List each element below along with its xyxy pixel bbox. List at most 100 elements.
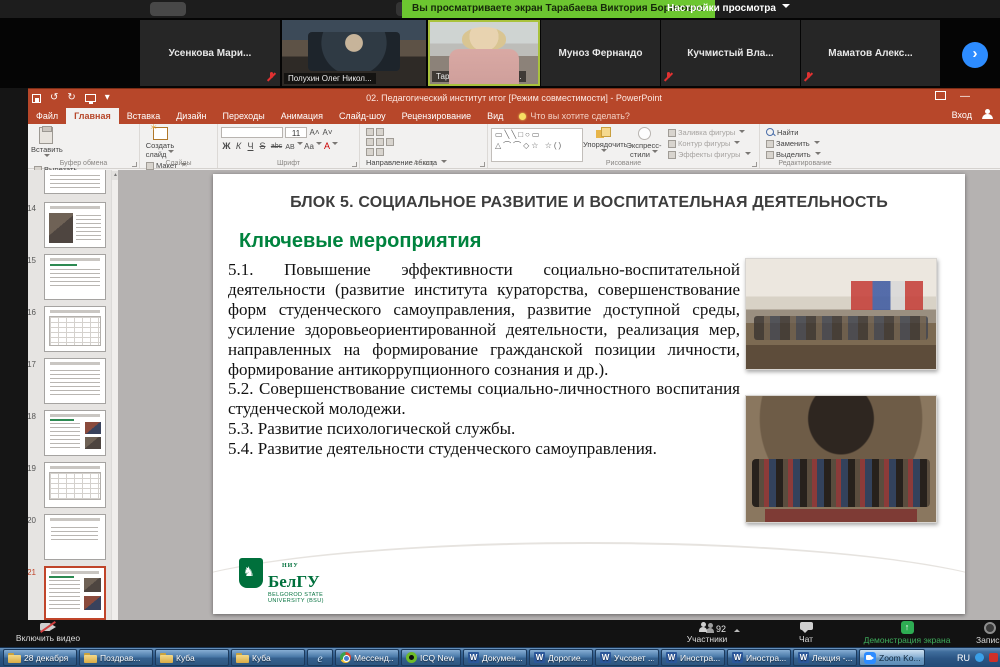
minimize-icon[interactable]: — [960,91,970,102]
thumbnail-slot[interactable] [28,170,118,196]
dialog-launcher-icon[interactable] [352,162,357,167]
slide-body-text[interactable]: 5.1. Повышение эффективности социально-в… [228,260,740,459]
quick-styles-button[interactable]: Экспресс-стили [623,126,665,159]
tab-slideshow[interactable]: Слайд-шоу [331,108,394,124]
taskbar-word-button[interactable]: WДокумен... [463,649,527,666]
participants-button[interactable]: 92 Участники [672,620,742,644]
shrink-font-icon[interactable]: A˅ [322,128,333,137]
thumbnail-slot[interactable]: 15 [28,254,118,300]
underline-button[interactable]: Ч [245,141,256,151]
record-button[interactable]: Запись [965,620,1000,645]
align-left-icon[interactable] [366,138,374,146]
slide-heading[interactable]: Ключевые мероприятия [239,230,481,253]
thumbnail-slot[interactable]: 19 [28,462,118,508]
taskbar-word-button[interactable]: WДорогие... [529,649,593,666]
tray-icon[interactable] [975,653,984,662]
font-name-box[interactable] [221,127,283,138]
taskbar-word-button[interactable]: WУчсовет ... [595,649,659,666]
italic-button[interactable]: К [233,141,244,151]
taskbar-messenger-button[interactable]: Мессенд... [335,649,399,666]
slide-17-thumbnail[interactable] [44,358,106,404]
thumbnail-slot[interactable]: 14 [28,202,118,248]
tab-review[interactable]: Рецензирование [394,108,480,124]
start-video-button[interactable]: Включить видео [6,620,90,643]
thumbnail-scrollbar[interactable]: ▲ [111,170,118,621]
slide-18-thumbnail[interactable] [44,410,106,456]
tab-insert[interactable]: Вставка [119,108,168,124]
shape-outline-button[interactable]: Контур фигуры [668,139,751,148]
font-color-button[interactable]: А [323,141,339,151]
sign-in-link[interactable]: Вход [952,110,972,120]
tab-design[interactable]: Дизайн [168,108,214,124]
new-slide-button[interactable]: Создать слайд [143,126,177,159]
participant-tile[interactable]: Полухин Олег Никол... [282,20,426,86]
line-spacing-icon[interactable] [366,148,374,156]
participant-tile-active-speaker[interactable]: Тарабаева Виктория ... [428,20,540,86]
tab-home[interactable]: Главная [66,108,119,124]
participant-tile[interactable]: Маматов Алекс... [801,20,940,86]
taskbar-folder-button[interactable]: Поздрав... [79,649,153,666]
participant-tile[interactable]: Кучмистый Вла... [661,20,800,86]
ribbon-options-icon[interactable] [935,91,946,100]
participant-tile[interactable]: Усенкова Мари... [140,20,280,86]
tab-view[interactable]: Вид [479,108,511,124]
thumbnail-slot[interactable]: 21 [28,566,118,621]
find-button[interactable]: Найти [766,128,821,137]
grow-font-icon[interactable]: A˄ [309,128,320,137]
participant-tile[interactable]: Муноз Фернандо [541,20,660,86]
taskbar-folder-button[interactable]: 28 декабря [3,649,77,666]
tab-transitions[interactable]: Переходы [214,108,272,124]
share-screen-button[interactable]: ↑ Демонстрация экрана [852,620,962,645]
tray-icon[interactable] [989,653,998,662]
replace-button[interactable]: Заменить [766,139,821,148]
ppt-title-bar[interactable]: ↺ ↻ ▾ 02. Педагогический институт итог [… [28,89,1000,107]
taskbar-word-button[interactable]: WИностра... [661,649,725,666]
select-button[interactable]: Выделить [766,150,821,159]
slide-thumbnail-panel[interactable]: 14 15 16 [28,170,118,621]
font-size-box[interactable]: 11 [285,127,307,138]
shape-effects-button[interactable]: Эффекты фигуры [668,150,751,159]
paste-button[interactable]: Вставить [31,126,61,163]
taskbar-word-button[interactable]: WЛекция -... [793,649,857,666]
numbering-icon[interactable] [376,128,384,136]
thumbnail-slot[interactable]: 16 [28,306,118,352]
slide-21-thumbnail-selected[interactable] [44,566,106,620]
tab-animations[interactable]: Анимация [273,108,331,124]
dialog-launcher-icon[interactable] [752,162,757,167]
chevron-up-icon[interactable] [734,626,740,632]
view-settings-menu[interactable]: Настройки просмотра [655,0,802,18]
thumbnail-slot[interactable]: 17 [28,358,118,404]
taskbar-word-button[interactable]: WИностра... [727,649,791,666]
taskbar-folder-button[interactable]: Куба [155,649,229,666]
thumbnail-slot[interactable]: 20 [28,514,118,560]
language-indicator[interactable]: RU [957,653,970,663]
taskbar-ie-button[interactable]: e [307,649,333,666]
thumbnail-slot[interactable]: 18 [28,410,118,456]
clear-formatting-button[interactable]: abc [269,143,284,150]
account-icon[interactable] [982,109,992,119]
taskbar-icq-button[interactable]: ICQ New [401,649,461,666]
taskbar-folder-button[interactable]: Куба [231,649,305,666]
next-participants-button[interactable]: › [962,42,988,68]
slide-title[interactable]: БЛОК 5. СОЦИАЛЬНОЕ РАЗВИТИЕ И ВОСПИТАТЕЛ… [233,194,945,212]
chat-button[interactable]: Чат [786,620,826,644]
shapes-gallery[interactable]: ▭╲╲□○▭ △⌒⌒◇☆ ☆() [491,128,583,162]
slide-16-thumbnail[interactable] [44,306,106,352]
align-right-icon[interactable] [386,138,394,146]
slide-19-thumbnail[interactable] [44,462,106,508]
align-center-icon[interactable] [376,138,384,146]
tab-file[interactable]: Файл [28,108,66,124]
taskbar-zoom-button[interactable]: Zoom Ko... [859,649,925,666]
slide-13-thumbnail[interactable] [44,170,106,194]
slide-20-thumbnail[interactable] [44,514,106,560]
character-spacing-button[interactable]: АВ [285,142,303,151]
strikethrough-button[interactable]: S [257,141,268,151]
slide-15-thumbnail[interactable] [44,254,106,300]
slide-editing-area[interactable]: БЛОК 5. СОЦИАЛЬНОЕ РАЗВИТИЕ И ВОСПИТАТЕЛ… [118,170,1000,620]
arrange-button[interactable]: Упорядочить [583,126,623,158]
dialog-launcher-icon[interactable] [480,162,485,167]
columns-icon[interactable] [376,148,384,156]
slide-14-thumbnail[interactable] [44,202,106,248]
bullets-icon[interactable] [366,128,374,136]
shape-fill-button[interactable]: Заливка фигуры [668,128,751,137]
